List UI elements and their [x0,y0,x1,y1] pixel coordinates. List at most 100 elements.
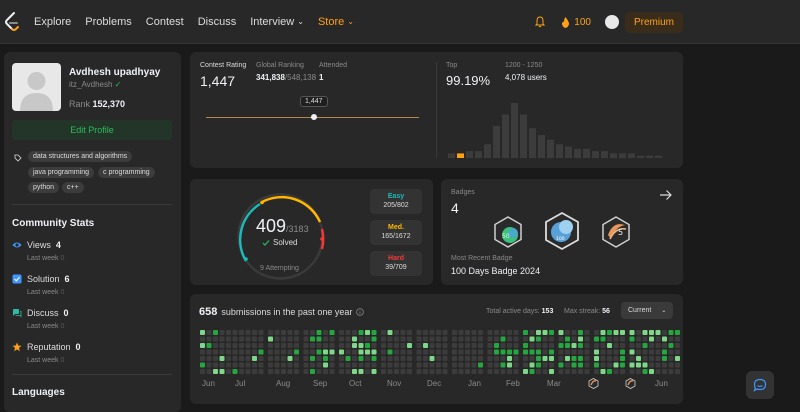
heatmap-cell[interactable] [536,362,541,368]
difficulty-medium[interactable]: Med. 165/1672 [370,220,422,245]
user-avatar[interactable] [604,15,619,29]
heatmap-cell[interactable] [436,330,441,335]
histogram-bar[interactable] [511,103,518,158]
heatmap-cell[interactable] [558,362,564,368]
heatmap-cell[interactable] [494,349,499,355]
heatmap-cell[interactable] [558,356,564,361]
heatmap-cell[interactable] [620,362,625,368]
heatmap-cell[interactable] [287,330,293,335]
heatmap-cell[interactable] [436,343,441,348]
heatmap-cell[interactable] [219,369,225,374]
heatmap-cell[interactable] [629,336,635,342]
heatmap-cell[interactable] [452,330,457,335]
heatmap-cell[interactable] [429,330,435,335]
heatmap-cell[interactable] [252,343,257,348]
heatmap-cell[interactable] [613,349,619,355]
heatmap-cell[interactable] [513,362,519,368]
heatmap-cell[interactable] [613,362,619,368]
nav-interview[interactable]: Interview ⌄ [250,16,304,28]
heatmap-cell[interactable] [513,349,519,355]
heatmap-cell[interactable] [339,369,344,374]
heatmap-cell[interactable] [323,362,328,368]
heatmap-cell[interactable] [423,330,428,335]
heatmap-cell[interactable] [471,369,477,374]
heatmap-cell[interactable] [200,330,205,335]
heatmap-cell[interactable] [642,362,648,368]
heatmap-cell[interactable] [268,369,273,374]
heatmap-cell[interactable] [442,330,448,335]
heatmap-cell[interactable] [578,349,583,355]
heatmap-cell[interactable] [219,343,225,348]
heatmap-cell[interactable] [316,343,322,348]
heatmap-cell[interactable] [613,356,619,361]
heatmap-cell[interactable] [594,356,599,361]
heatmap-cell[interactable] [565,330,570,335]
heatmap-cell[interactable] [268,356,273,361]
heatmap-cell[interactable] [594,362,599,368]
heatmap-cell[interactable] [642,356,648,361]
heatmap-cell[interactable] [542,369,548,374]
heatmap-cell[interactable] [442,362,448,368]
heatmap-cell[interactable] [213,362,218,368]
heatmap-cell[interactable] [558,336,564,342]
heatmap-cell[interactable] [458,356,464,361]
heatmap-cell[interactable] [594,336,599,342]
heatmap-cell[interactable] [316,362,322,368]
heatmap-cell[interactable] [394,336,399,342]
heatmap-cell[interactable] [507,336,512,342]
heatmap-cell[interactable] [649,356,654,361]
heatmap-cell[interactable] [416,336,422,342]
heatmap-cell[interactable] [287,356,293,361]
histogram-bar[interactable] [565,146,572,158]
heatmap-cell[interactable] [329,336,335,342]
heatmap-cell[interactable] [513,369,519,374]
heatmap-cell[interactable] [513,343,519,348]
heatmap-cell[interactable] [523,343,528,348]
heatmap-cell[interactable] [200,356,205,361]
heatmap-cell[interactable] [287,362,293,368]
nav-discuss[interactable]: Discuss [198,16,237,28]
heatmap-cell[interactable] [629,349,635,355]
heatmap-cell[interactable] [400,356,406,361]
heatmap-cell[interactable] [381,349,386,355]
heatmap-cell[interactable] [239,356,244,361]
heatmap-cell[interactable] [352,330,357,335]
heatmap-cell[interactable] [352,343,357,348]
heatmap-cell[interactable] [507,330,512,335]
heatmap-cell[interactable] [371,336,377,342]
heatmap-cell[interactable] [536,349,541,355]
heatmap-cell[interactable] [416,362,422,368]
heatmap-cell[interactable] [339,362,344,368]
heatmap-cell[interactable] [613,336,619,342]
heatmap-cell[interactable] [636,369,641,374]
heatmap-cell[interactable] [649,362,654,368]
heatmap-cell[interactable] [358,330,364,335]
heatmap-cell[interactable] [365,330,370,335]
heatmap-cell[interactable] [613,343,619,348]
heatmap-cell[interactable] [245,343,251,348]
heatmap-cell[interactable] [636,362,641,368]
info-icon[interactable] [356,308,365,316]
heatmap-cell[interactable] [536,369,541,374]
heatmap-cell[interactable] [423,343,428,348]
bell-icon[interactable] [535,16,546,28]
heatmap-cell[interactable] [529,343,535,348]
heatmap-cell[interactable] [536,330,541,335]
heatmap-cell[interactable] [500,362,506,368]
heatmap-cell[interactable] [345,362,351,368]
heatmap-cell[interactable] [310,369,315,374]
heatmap-cell[interactable] [649,369,654,374]
heatmap-cell[interactable] [458,369,464,374]
heatmap-cell[interactable] [239,362,244,368]
heatmap-cell[interactable] [400,343,406,348]
heatmap-cell[interactable] [487,369,493,374]
heatmap-cell[interactable] [303,362,309,368]
heatmap-cell[interactable] [600,349,606,355]
heatmap-cell[interactable] [371,349,377,355]
heatmap-cell[interactable] [407,349,412,355]
heatmap-cell[interactable] [494,336,499,342]
heatmap-cell[interactable] [258,349,264,355]
heatmap-cell[interactable] [452,369,457,374]
heatmap-cell[interactable] [594,349,599,355]
heatmap-cell[interactable] [239,336,244,342]
